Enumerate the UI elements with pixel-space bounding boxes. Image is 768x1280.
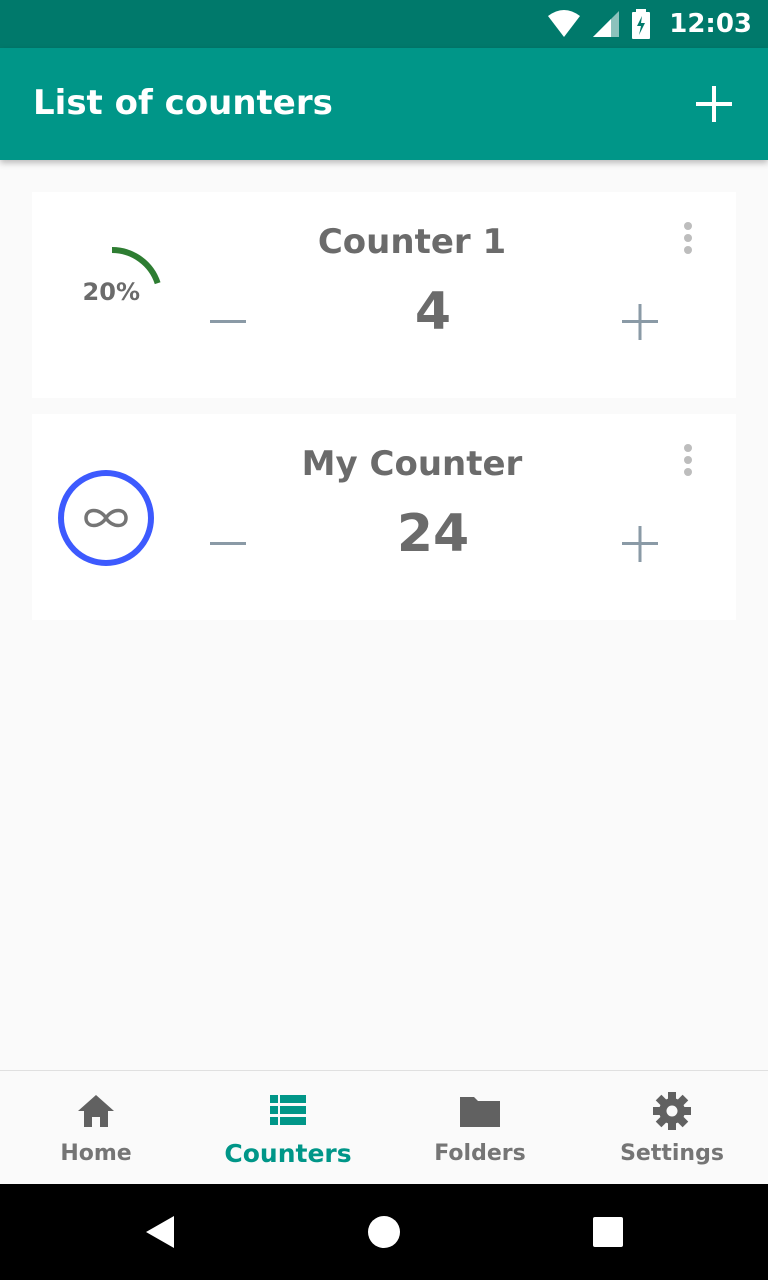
status-icons: 12:03 [547,0,752,48]
counter-value: 4 [414,282,452,342]
counter-value: 24 [396,504,470,564]
nav-label: Counters [224,1139,352,1168]
list-icon [270,1095,306,1125]
add-counter-button[interactable] [694,84,734,124]
system-navigation-bar [0,1184,768,1280]
home-icon [78,1095,114,1127]
status-time: 12:03 [669,9,752,39]
plus-icon [622,526,658,562]
nav-label: Home [60,1141,132,1166]
increment-button[interactable] [616,520,664,568]
home-circle-icon[interactable] [364,1212,404,1252]
recents-icon[interactable] [588,1212,628,1252]
plus-icon [696,86,732,122]
infinity-icon [84,508,128,528]
plus-icon [622,304,658,340]
folder-icon [460,1097,500,1127]
status-bar: 12:03 [0,0,768,48]
battery-charging-icon [632,9,651,39]
cell-signal-icon [593,11,620,37]
minus-icon [210,320,246,323]
nav-item-counters[interactable]: Counters [192,1071,384,1185]
app-bar: List of counters [0,48,768,160]
nav-item-folders[interactable]: Folders [384,1071,576,1185]
back-icon[interactable] [140,1212,180,1252]
decrement-button[interactable] [204,520,252,568]
nav-label: Settings [620,1141,724,1166]
gear-icon [653,1092,691,1130]
nav-item-settings[interactable]: Settings [576,1071,768,1185]
wifi-icon [548,10,581,37]
counter-card[interactable]: My Counter 24 [32,414,736,620]
bottom-navigation: Home Counters Folders Settings [0,1070,768,1185]
counter-name: Counter 1 [317,222,507,262]
page-title: List of counters [33,83,333,123]
counter-name: My Counter [301,444,523,484]
more-vert-icon[interactable] [676,444,700,484]
nav-label: Folders [434,1141,526,1166]
counter-card[interactable]: 20% Counter 1 4 [32,192,736,398]
more-vert-icon[interactable] [676,222,700,262]
increment-button[interactable] [616,298,664,346]
nav-item-home[interactable]: Home [0,1071,192,1185]
progress-label: 20% [82,278,140,306]
minus-icon [210,542,246,545]
decrement-button[interactable] [204,298,252,346]
